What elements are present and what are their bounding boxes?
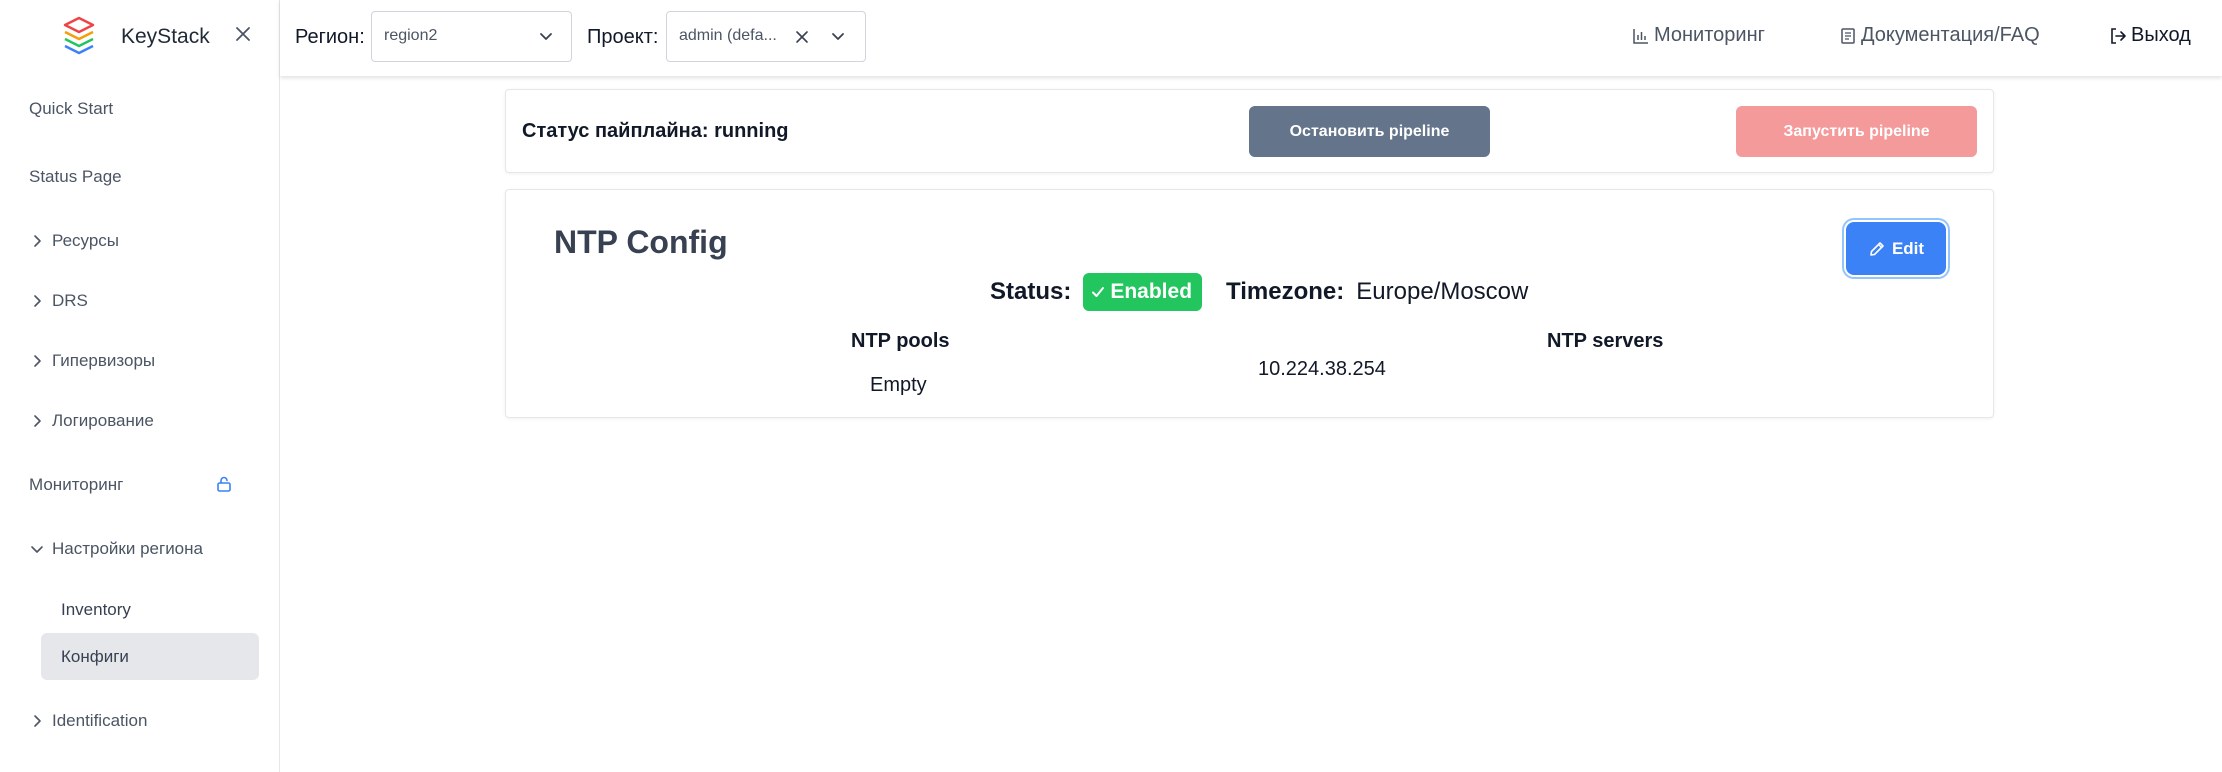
region-value: region2 [384,27,438,44]
status-badge-label: Enabled [1110,280,1193,303]
start-pipeline-button[interactable]: Запустить pipeline [1736,106,1977,157]
pipeline-card: Статус пайплайна: running Остановить pip… [505,89,1994,173]
chevron-down-icon [26,538,48,560]
sidebar-item-label: Status Page [29,167,122,186]
edit-button[interactable]: Edit [1846,222,1946,275]
sidebar: KeyStack Quick Start Status Page Ресурсы… [0,0,280,772]
logout-link[interactable]: Выход [2109,24,2191,47]
sidebar-item-label: Логирование [52,411,154,430]
region-label: Регион: [295,26,365,48]
region-select[interactable]: region2 [371,11,572,62]
sidebar-item-logging[interactable]: Логирование [0,399,280,443]
sidebar-item-quick-start[interactable]: Quick Start [0,87,280,131]
ntp-pools-header: NTP pools [851,330,950,352]
ntp-pools-value: Empty [870,374,927,396]
sidebar-item-label: Identification [52,711,148,730]
monitoring-link[interactable]: Мониторинг [1632,24,1765,47]
chevron-right-icon [26,290,48,312]
sidebar-item-status-page[interactable]: Status Page [0,155,280,199]
chevron-right-icon [26,710,48,732]
edit-button-label: Edit [1891,238,1925,258]
status-label: Status: [990,278,1072,305]
project-value: admin (defa... [679,27,777,44]
ntp-config-card: NTP Config Edit Status: Enabled Timezone… [505,189,1994,418]
sidebar-item-label: DRS [52,291,88,310]
document-icon [1841,27,1855,44]
chevron-down-icon [540,33,552,40]
docs-link-label: Документация/FAQ [1861,24,2040,46]
sidebar-item-label: Настройки региона [52,539,203,558]
ntp-config-title: NTP Config [554,224,728,260]
sidebar-item-label: Гипервизоры [52,351,156,370]
chevron-right-icon [26,350,48,372]
docs-link[interactable]: Документация/FAQ [1839,24,2040,47]
status-badge: Enabled [1083,273,1203,311]
stop-pipeline-button[interactable]: Остановить pipeline [1249,106,1490,157]
chevron-right-icon [26,410,48,432]
sidebar-subitem-configs[interactable]: Конфиги [41,633,259,680]
top-bar: Регион: region2 Проект: admin (defa... М… [280,0,2222,76]
sidebar-item-monitoring[interactable]: Мониторинг [0,463,280,507]
timezone-label: Timezone: [1226,278,1345,305]
ntp-servers-value: 10.224.38.254 [1258,358,1386,380]
sidebar-item-hypervisors[interactable]: Гипервизоры [0,339,280,383]
clear-icon[interactable] [791,26,813,48]
sidebar-subitem-inventory[interactable]: Inventory [41,586,259,633]
project-select[interactable]: admin (defa... [666,11,866,62]
sidebar-subitem-label: Inventory [61,599,131,619]
project-label: Проект: [587,26,659,48]
sidebar-item-region-settings[interactable]: Настройки региона [0,527,280,571]
sidebar-item-drs[interactable]: DRS [0,279,280,323]
sidebar-item-label: Ресурсы [52,231,120,250]
pipeline-status: Статус пайплайна: running [522,120,789,142]
sidebar-subitem-label: Конфиги [61,646,129,666]
logout-icon [2111,27,2126,44]
monitoring-link-label: Мониторинг [1654,24,1765,46]
chevron-down-icon [832,33,844,40]
sidebar-item-label: Quick Start [29,99,114,118]
keystack-logo-icon [63,16,95,55]
pencil-icon [1870,241,1884,256]
sidebar-item-label: Мониторинг [29,475,124,494]
brand-header: KeyStack [0,0,280,76]
lock-icon [217,476,231,492]
bar-chart-icon [1633,28,1648,44]
sidebar-item-resources[interactable]: Ресурсы [0,219,280,263]
status-row: Status: Enabled Timezone: Europe/Moscow [990,273,1528,311]
close-sidebar-icon[interactable] [231,22,255,46]
ntp-servers-header: NTP servers [1547,330,1664,352]
timezone-value: Europe/Moscow [1356,278,1529,305]
logout-link-label: Выход [2131,24,2191,46]
chevron-right-icon [26,230,48,252]
app-name: KeyStack [121,25,210,48]
check-icon [1092,287,1105,297]
sidebar-item-identification[interactable]: Identification [0,699,280,743]
